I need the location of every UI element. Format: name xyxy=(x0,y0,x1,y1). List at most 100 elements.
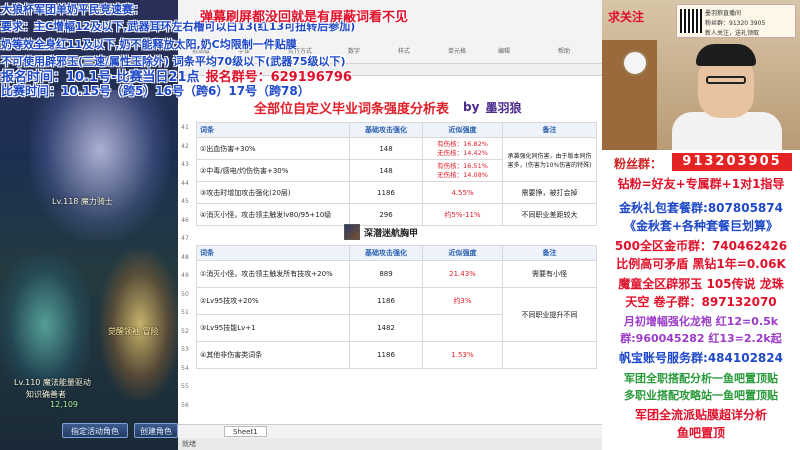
affix-note[interactable] xyxy=(502,341,597,369)
row-number[interactable]: 49 xyxy=(178,272,192,279)
affix-name[interactable]: ①消灭小怪，攻击领主触发所有技攻+20% xyxy=(196,260,350,288)
affix-strength[interactable]: 21.43% xyxy=(422,260,503,288)
select-character-button[interactable]: 指定活动角色 xyxy=(62,423,128,438)
ribbon-group-cells[interactable]: 单元格 xyxy=(448,46,466,55)
overlay-line-3: 奶等效全身红11及以下,奶不能释放太阳,奶C均限制一件贴膜 xyxy=(1,38,297,51)
character-name-3: 觉醒领袖 冒险 xyxy=(108,327,159,336)
table-row[interactable]: ③攻击时增加攻击强化(20层) 1186 4.55% 需要挣，被打会掉 xyxy=(196,181,597,204)
chest-armor-icon xyxy=(344,224,360,240)
affix-base[interactable]: 1186 xyxy=(349,181,423,204)
col-header-note[interactable]: 备注 xyxy=(502,245,597,261)
sheet-title-row: 全部位自定义毕业词条强度分析表 by 墨羽狼 xyxy=(254,96,600,118)
affix-name[interactable]: ①出血伤害+30% xyxy=(196,137,350,160)
row-number[interactable]: 47 xyxy=(178,235,192,242)
create-character-button[interactable]: 创建角色 xyxy=(134,423,178,438)
affix-strength[interactable] xyxy=(422,314,503,342)
affix-base[interactable]: 148 xyxy=(349,137,423,160)
table-row[interactable]: ①消灭小怪，攻击领主触发所有技攻+20% 889 21.43% 需要有小怪 xyxy=(196,260,597,288)
affix-strength[interactable]: 有伤核：16.82% 无伤核：14.42% xyxy=(422,137,503,160)
affix-note[interactable]: 需要有小怪 xyxy=(502,260,597,288)
affix-name[interactable]: ③Lv95技能Lv+1 xyxy=(196,314,350,342)
affix-table-2: 词条 基础攻击强化 近似强度 备注 ①消灭小怪，攻击领主触发所有技攻+20% 8… xyxy=(196,245,597,369)
affix-note[interactable]: 需要挣，被打会掉 xyxy=(502,181,597,204)
col-header-base[interactable]: 基础攻击强化 xyxy=(349,245,423,261)
affix-name[interactable]: ③攻击时增加攻击强化(20层) xyxy=(196,181,350,204)
col-header-strength[interactable]: 近似强度 xyxy=(422,122,503,138)
streamer-panel: 求关注 墨羽狼直播间 粉丝群：91320 3905 新人关注，送礼领取 粉丝群：… xyxy=(602,0,800,450)
info-line: 月初增幅强化龙袍 红12=0.5k xyxy=(623,315,779,328)
strength-line: 无伤核：14.08% xyxy=(437,170,488,179)
affix-base[interactable]: 889 xyxy=(349,260,423,288)
fan-group-number: 913203905 xyxy=(672,153,792,171)
affix-note[interactable]: 不同职业差距较大 xyxy=(502,203,597,226)
row-number[interactable]: 53 xyxy=(178,346,192,353)
overlay-line-1: 大狼杯军团单奶平民竞速赛： xyxy=(1,3,144,16)
affix-strength[interactable]: 有伤核：16.51% 无伤核：14.08% xyxy=(422,159,503,182)
row-number[interactable]: 45 xyxy=(178,198,192,205)
affix-name[interactable]: ②Lv95技攻+20% xyxy=(196,287,350,315)
affix-base[interactable]: 1482 xyxy=(349,314,423,342)
table-header-row: 词条 基础攻击强化 近似强度 备注 xyxy=(196,122,597,138)
affix-note[interactable]: 不同职业提升不同 xyxy=(502,287,597,342)
character-art-right xyxy=(100,250,178,400)
info-line: 天空 卷子群：897132070 xyxy=(625,295,777,309)
info-line: 群:960045282 红13=2.2k起 xyxy=(620,332,782,345)
affix-base[interactable]: 1186 xyxy=(349,287,423,315)
affix-name[interactable]: ④其他非伤害类词条 xyxy=(196,341,350,369)
table-row[interactable]: ①出血伤害+30% 148 有伤核：16.82% 无伤核：14.42% 承袭强化… xyxy=(196,137,597,182)
character-art-left xyxy=(0,255,90,395)
strength-line: 有伤核：16.82% xyxy=(437,139,488,148)
qr-code-icon xyxy=(680,9,702,33)
affix-strength[interactable]: 4.55% xyxy=(422,181,503,204)
affix-note[interactable]: 承袭强化同伤害，由于版本同伤害多，(伤害为10%伤害的特殊) xyxy=(502,137,597,182)
ribbon-group-help[interactable]: 帮助 xyxy=(558,46,570,55)
table-row[interactable]: ②Lv95技攻+20% 1186 约3% 不同职业提升不同 xyxy=(196,287,597,342)
danmu-notice: 弹幕刷屏都没回就是有屏蔽词看不见 xyxy=(200,10,409,25)
table-row[interactable]: ④其他非伤害类词条 1186 1.53% xyxy=(196,341,597,369)
info-line: 军团全职搭配分析一鱼吧置顶贴 xyxy=(624,372,778,385)
section-title-text: 深潜迷航胸甲 xyxy=(364,228,419,239)
affix-base[interactable]: 148 xyxy=(349,159,423,182)
affix-base[interactable]: 1186 xyxy=(349,341,423,369)
affix-name[interactable]: ②中毒/感电/灼伤伤害+30% xyxy=(196,159,350,182)
row-number[interactable]: 43 xyxy=(178,161,192,168)
col-header-affix[interactable]: 词条 xyxy=(196,245,350,261)
info-line: 钻粉=好友+专属群+1对1指导 xyxy=(617,177,785,191)
info-line: 鱼吧置顶 xyxy=(676,426,725,440)
row-number[interactable]: 54 xyxy=(178,365,192,372)
info-line: 魔童全区辟邪玉 105传说 龙珠 xyxy=(618,277,784,291)
row-number[interactable]: 56 xyxy=(178,402,192,409)
affix-name[interactable]: ④消灭小怪，攻击领主触发lv80/95+10级 xyxy=(196,203,350,226)
row-number[interactable]: 46 xyxy=(178,217,192,224)
row-number[interactable]: 50 xyxy=(178,291,192,298)
row-number[interactable]: 42 xyxy=(178,143,192,150)
ribbon-group-edit[interactable]: 编辑 xyxy=(498,46,510,55)
sheet-title: 全部位自定义毕业词条强度分析表 xyxy=(254,101,450,117)
col-header-note[interactable]: 备注 xyxy=(502,122,597,138)
ribbon-group-number[interactable]: 数字 xyxy=(348,46,360,55)
sheet-tab[interactable]: Sheet1 xyxy=(224,426,267,437)
row-number[interactable]: 44 xyxy=(178,180,192,187)
affix-strength[interactable]: 1.53% xyxy=(422,341,503,369)
row-number[interactable]: 48 xyxy=(178,254,192,261)
col-header-base[interactable]: 基础攻击强化 xyxy=(349,122,423,138)
info-line: 军团全流派贴膜超详分析 xyxy=(634,408,767,422)
col-header-affix[interactable]: 词条 xyxy=(196,122,350,138)
row-number[interactable]: 41 xyxy=(178,124,192,131)
glasses-icon xyxy=(706,76,746,84)
col-header-strength[interactable]: 近似强度 xyxy=(422,245,503,261)
character-level-2: Lv.110 魔法能量驱动 xyxy=(14,378,91,387)
ribbon-group-style[interactable]: 样式 xyxy=(398,46,410,55)
affix-strength[interactable]: 约3% xyxy=(422,287,503,315)
character-score: 12,109 xyxy=(50,400,78,409)
follow-caption: 求关注 xyxy=(608,10,645,24)
promo-line-2: 粉丝群：91320 3905 xyxy=(705,20,766,27)
title-author: 墨羽狼 xyxy=(485,100,522,115)
row-number[interactable]: 55 xyxy=(178,383,192,390)
row-number[interactable]: 51 xyxy=(178,309,192,316)
row-number[interactable]: 52 xyxy=(178,328,192,335)
character-name-2: 知识确善者 xyxy=(26,390,66,399)
affix-table-1: 词条 基础攻击强化 近似强度 备注 ①出血伤害+30% 148 有伤核：16.8… xyxy=(196,122,597,226)
promo-line-1: 墨羽狼直播间 xyxy=(705,10,742,17)
fan-group-label: 粉丝群： xyxy=(614,157,663,171)
